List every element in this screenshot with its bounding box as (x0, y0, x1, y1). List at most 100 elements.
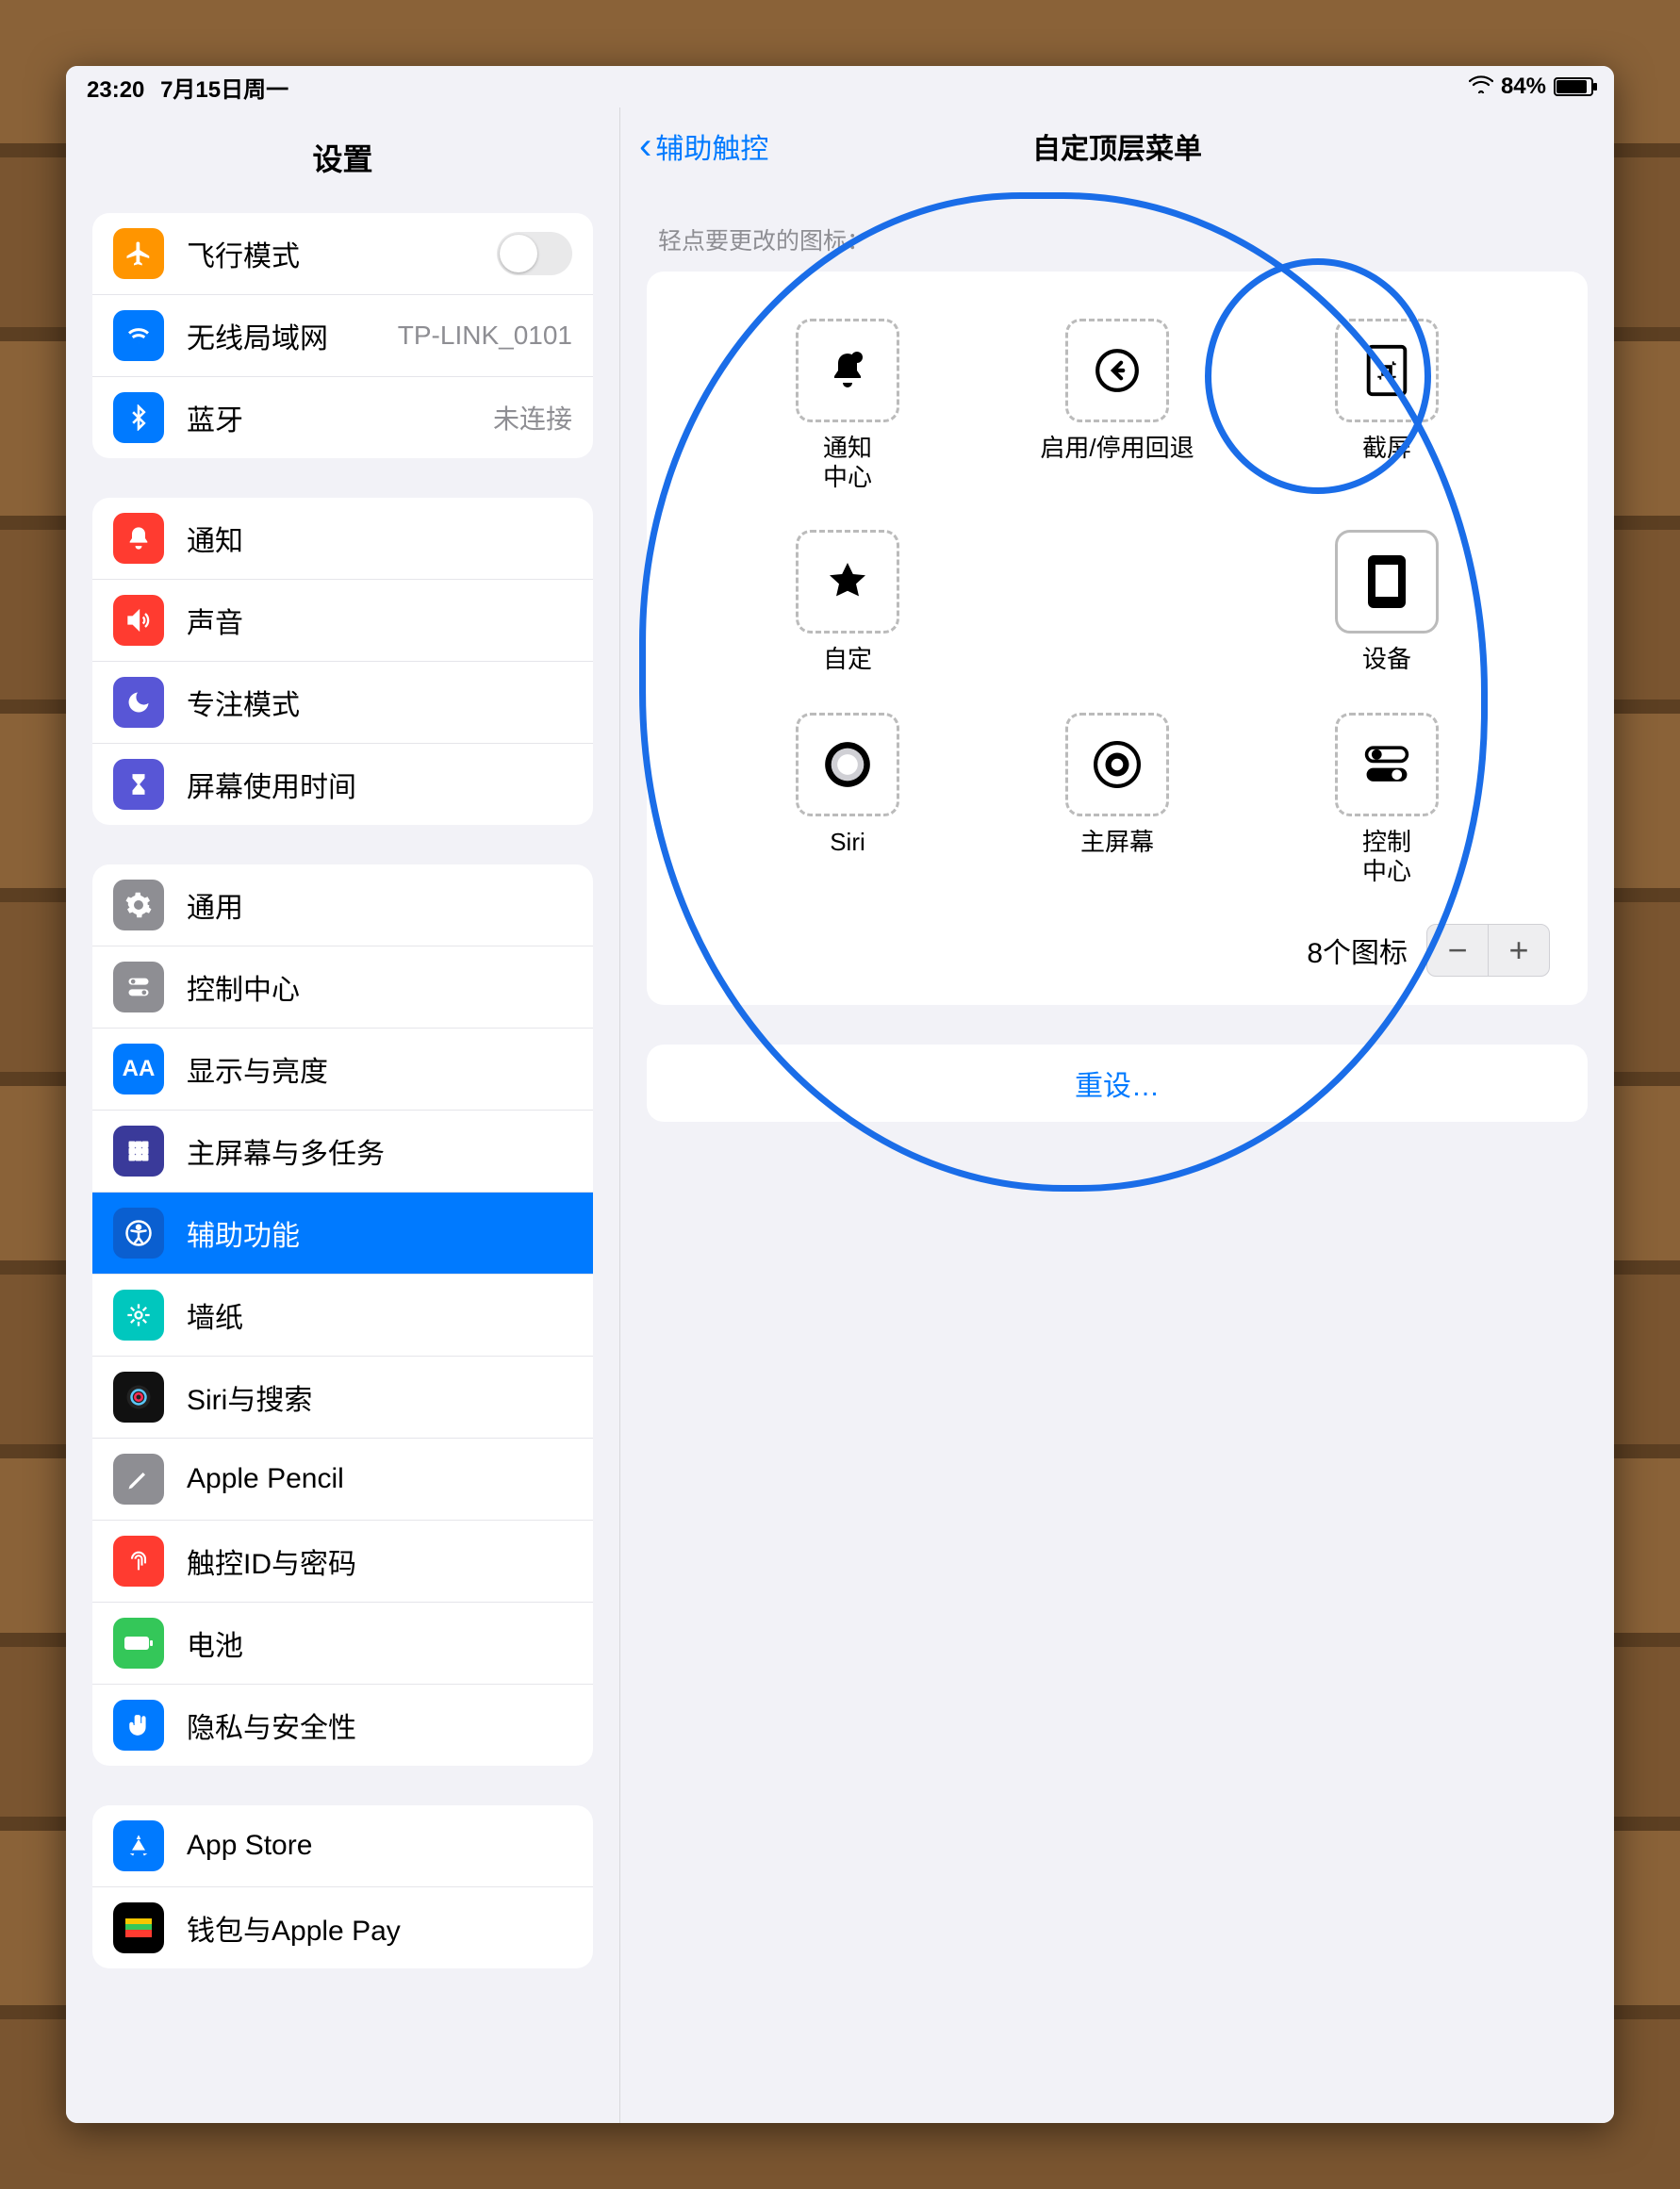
status-date: 7月15日周一 (160, 77, 288, 103)
hand-icon (113, 1700, 164, 1751)
home-button-icon (1065, 713, 1169, 816)
airplane-label: 飞行模式 (187, 233, 497, 274)
icon-count-stepper[interactable]: − + (1426, 924, 1550, 977)
status-bar: 23:20 7月15日周一 84% (66, 66, 1614, 107)
wallpaper-label: 墙纸 (187, 1294, 572, 1336)
menu-item-device[interactable]: 设备 (1302, 530, 1472, 674)
pencil-icon (113, 1454, 164, 1505)
switches-icon (113, 962, 164, 1012)
airplane-toggle[interactable] (497, 232, 572, 275)
star-icon (796, 530, 899, 634)
siri-caption: Siri (830, 828, 865, 857)
hourglass-icon (113, 759, 164, 810)
appstore-icon (113, 1820, 164, 1871)
stepper-plus-button[interactable]: + (1489, 925, 1549, 976)
appstore-label: App Store (187, 1830, 572, 1862)
icon-panel: 通知 中心 启用/停用回退 截屏 (647, 272, 1588, 1005)
speaker-icon (113, 595, 164, 646)
sidebar-item-airplane[interactable]: 飞行模式 (92, 213, 593, 295)
accessibility-icon (113, 1208, 164, 1259)
menu-item-home[interactable]: 主屏幕 (1032, 713, 1202, 886)
accessibility-label: 辅助功能 (187, 1212, 572, 1254)
sidebar-item-siri[interactable]: Siri与搜索 (92, 1357, 593, 1439)
wifi-settings-icon (113, 310, 164, 361)
focus-label: 专注模式 (187, 682, 572, 723)
fingerprint-icon (113, 1536, 164, 1587)
stepper-minus-button[interactable]: − (1427, 925, 1488, 976)
sidebar-item-general[interactable]: 通用 (92, 864, 593, 946)
bell-icon (113, 513, 164, 564)
menu-item-screenshot[interactable]: 截屏 (1302, 319, 1472, 492)
sidebar-item-sound[interactable]: 声音 (92, 580, 593, 662)
sidebar-item-bluetooth[interactable]: 蓝牙 未连接 (92, 377, 593, 458)
sidebar-item-wallpaper[interactable]: 墙纸 (92, 1275, 593, 1357)
general-label: 通用 (187, 884, 572, 926)
notif-center-caption: 通知 中心 (823, 434, 872, 492)
wifi-value: TP-LINK_0101 (398, 321, 572, 351)
bluetooth-value: 未连接 (493, 399, 572, 436)
touchid-label: 触控ID与密码 (187, 1540, 572, 1582)
back-toggle-caption: 启用/停用回退 (1040, 434, 1194, 463)
sidebar-item-appstore[interactable]: App Store (92, 1805, 593, 1887)
display-label: 显示与亮度 (187, 1048, 572, 1090)
homescreen-label: 主屏幕与多任务 (187, 1130, 572, 1172)
sidebar-item-screentime[interactable]: 屏幕使用时间 (92, 744, 593, 825)
text-size-icon: AA (113, 1044, 164, 1094)
menu-item-back-toggle[interactable]: 启用/停用回退 (1032, 319, 1202, 492)
toggles-icon (1335, 713, 1439, 816)
menu-item-notification-center[interactable]: 通知 中心 (763, 319, 932, 492)
bluetooth-icon (113, 392, 164, 443)
icon-count: 8个图标 (1307, 930, 1408, 971)
bluetooth-label: 蓝牙 (187, 397, 493, 438)
screenshot-icon (1335, 319, 1439, 422)
wifi-icon (1469, 74, 1493, 100)
menu-item-custom[interactable]: 自定 (763, 530, 932, 674)
notifications-label: 通知 (187, 518, 572, 559)
sidebar-item-focus[interactable]: 专注模式 (92, 662, 593, 744)
device-caption: 设备 (1362, 645, 1411, 674)
custom-caption: 自定 (823, 645, 872, 674)
page-title: 自定顶层菜单 (620, 125, 1614, 167)
control-center-label: 控制中心 (187, 966, 572, 1008)
wallet-icon (113, 1902, 164, 1953)
sidebar-item-notifications[interactable]: 通知 (92, 498, 593, 580)
wallet-label: 钱包与Apple Pay (187, 1907, 572, 1949)
sidebar-item-wallet[interactable]: 钱包与Apple Pay (92, 1887, 593, 1968)
battery-label: 电池 (187, 1622, 572, 1664)
battery-settings-icon (113, 1618, 164, 1669)
siri-orb-icon (796, 713, 899, 816)
sidebar-item-control-center[interactable]: 控制中心 (92, 946, 593, 1029)
bell-dot-icon (796, 319, 899, 422)
home-caption: 主屏幕 (1080, 828, 1154, 857)
menu-item-siri[interactable]: Siri (763, 713, 932, 886)
sidebar-item-battery[interactable]: 电池 (92, 1603, 593, 1685)
sidebar-item-privacy[interactable]: 隐私与安全性 (92, 1685, 593, 1766)
sidebar-item-display[interactable]: AA 显示与亮度 (92, 1029, 593, 1111)
sidebar-item-wifi[interactable]: 无线局域网 TP-LINK_0101 (92, 295, 593, 377)
main-panel: ‹ 辅助触控 自定顶层菜单 轻点要更改的图标： 通知 中心 (620, 107, 1614, 2123)
screenshot-caption: 截屏 (1362, 434, 1411, 463)
menu-item-control-center[interactable]: 控制 中心 (1302, 713, 1472, 886)
sidebar-item-pencil[interactable]: Apple Pencil (92, 1439, 593, 1521)
settings-sidebar: 设置 飞行模式 无线局域网 TP-LINK_0101 (66, 107, 620, 2123)
sidebar-item-touchid[interactable]: 触控ID与密码 (92, 1521, 593, 1603)
siri-label: Siri与搜索 (187, 1376, 572, 1418)
hint-text: 轻点要更改的图标： (620, 185, 1614, 272)
flower-icon (113, 1290, 164, 1341)
status-time: 23:20 (87, 77, 144, 103)
device-icon (1335, 530, 1439, 634)
sidebar-title: 设置 (66, 107, 619, 213)
sound-label: 声音 (187, 600, 572, 641)
reset-button[interactable]: 重设… (647, 1045, 1588, 1122)
moon-icon (113, 677, 164, 728)
battery-icon (1554, 77, 1593, 96)
grid-icon (113, 1126, 164, 1177)
wifi-label: 无线局域网 (187, 315, 398, 356)
undo-circle-icon (1065, 319, 1169, 422)
sidebar-item-accessibility[interactable]: 辅助功能 (92, 1193, 593, 1275)
screentime-label: 屏幕使用时间 (187, 764, 572, 805)
cc-caption: 控制 中心 (1362, 828, 1411, 886)
siri-icon (113, 1372, 164, 1423)
airplane-icon (113, 228, 164, 279)
sidebar-item-homescreen[interactable]: 主屏幕与多任务 (92, 1111, 593, 1193)
